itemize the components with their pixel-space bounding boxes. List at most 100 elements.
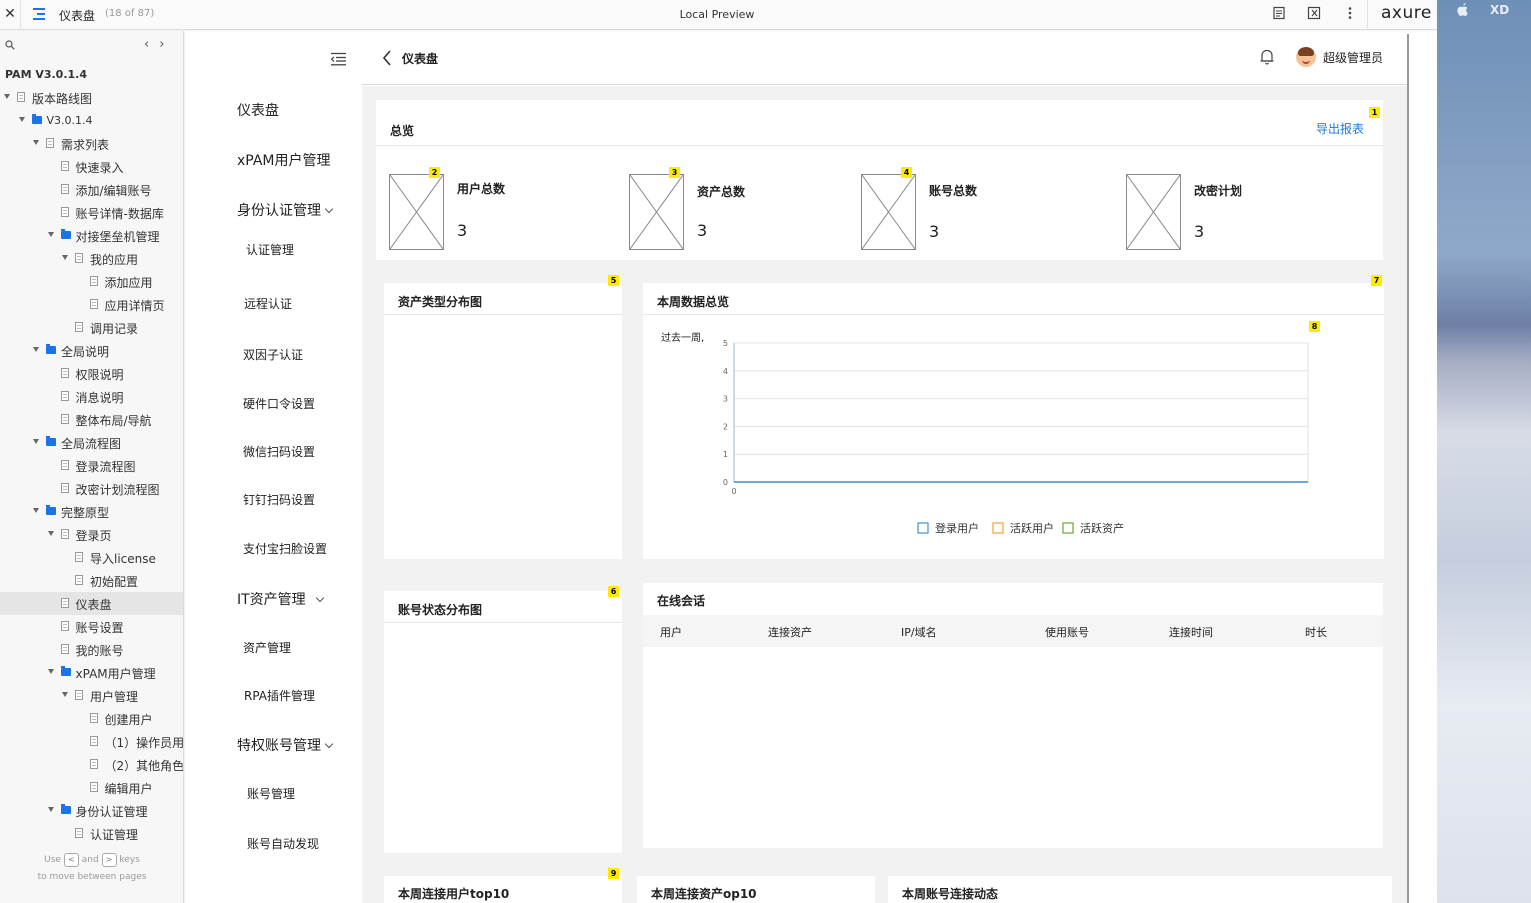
notes-icon[interactable] — [1271, 6, 1287, 22]
app-menu-label[interactable]: XD — [1490, 3, 1509, 17]
expand-caret-icon[interactable] — [33, 439, 39, 444]
column-header: 使用账号 — [1045, 626, 1089, 639]
sitemap-item[interactable]: （1）操作员用户 — [0, 730, 183, 753]
page-nav-arrows[interactable]: ‹› — [144, 37, 174, 52]
sitemap-item[interactable]: 改密计划流程图 — [0, 477, 183, 500]
nav-sub-auth-mgmt[interactable]: 认证管理 — [246, 241, 294, 258]
sitemap-item[interactable]: 我的应用 — [0, 247, 183, 270]
sitemap-item[interactable]: 导入license — [0, 546, 183, 569]
bell-icon[interactable] — [1259, 48, 1275, 66]
card-title: 本周连接资产op10 — [651, 887, 757, 901]
folder-icon — [46, 344, 56, 354]
sitemap-item[interactable]: 消息说明 — [0, 385, 183, 408]
nav-label: 账号管理 — [247, 787, 296, 801]
nav-sub-2fa[interactable]: 双因子认证 — [243, 346, 303, 363]
nav-label: 资产管理 — [243, 641, 292, 655]
page-icon — [60, 207, 69, 217]
sitemap-item[interactable]: 创建用户 — [0, 707, 183, 730]
sitemap-item[interactable]: V3.0.1.4 — [0, 109, 183, 132]
expand-caret-icon[interactable] — [47, 232, 54, 237]
more-options-icon[interactable] — [1342, 6, 1358, 22]
chevron-down-icon — [315, 593, 324, 603]
nav-sub-dingtalk-scan[interactable]: 钉钉扫码设置 — [243, 491, 315, 508]
account-activity-card: 本周账号连接动态 — [888, 876, 1392, 903]
nav-sub-wechat-scan[interactable]: 微信扫码设置 — [243, 443, 315, 460]
folder-icon — [60, 229, 71, 239]
nav-label: xPAM用户管理 — [237, 153, 331, 169]
prev-key-icon: < — [63, 852, 79, 867]
sitemap-item[interactable]: 快速录入 — [0, 155, 183, 178]
sitemap-item-label: 完整原型 — [61, 506, 110, 520]
close-icon[interactable]: ✕ — [3, 6, 17, 22]
export-report-link[interactable]: 导出报表 — [1316, 120, 1364, 137]
nav-sub-asset-mgmt[interactable]: 资产管理 — [243, 639, 291, 656]
sitemap-item[interactable]: xPAM用户管理 — [0, 661, 183, 684]
sitemap-item[interactable]: 整体布局/导航 — [0, 408, 183, 431]
overview-card: 总览 导出报表 1 2 用户总数 3 3 资产总数 3 4 账号总数 3 改密计… — [376, 100, 1383, 260]
nav-it-asset-management[interactable]: IT资产管理 — [237, 589, 324, 609]
sitemap-item[interactable]: 账号设置 — [0, 615, 183, 638]
expand-caret-icon[interactable] — [33, 140, 39, 145]
nav-sub-remote-auth[interactable]: 远程认证 — [244, 295, 292, 312]
expand-caret-icon[interactable] — [47, 669, 54, 674]
sitemap-item[interactable]: 全局说明 — [0, 339, 183, 362]
nav-auth-management[interactable]: 身份认证管理 — [237, 200, 334, 220]
user-name[interactable]: 超级管理员 — [1323, 49, 1383, 66]
sitemap-item[interactable]: 权限说明 — [0, 362, 183, 385]
sitemap-item[interactable]: 全局流程图 — [0, 431, 183, 454]
sitemap-toggle-icon[interactable] — [33, 8, 46, 20]
sitemap-item[interactable]: 初始配置 — [0, 569, 183, 592]
sitemap-item[interactable]: 登录流程图 — [0, 454, 183, 477]
nav-sub-rpa-plugin[interactable]: RPA插件管理 — [244, 687, 315, 704]
collapse-menu-icon[interactable] — [330, 52, 347, 66]
sitemap-item[interactable]: 编辑用户 — [0, 776, 183, 799]
sitemap-item[interactable]: 认证管理 — [0, 822, 183, 845]
nav-sub-account-mgmt[interactable]: 账号管理 — [247, 785, 295, 802]
stat-value: 3 — [1194, 222, 1205, 241]
legend-label: 活跃用户 — [1010, 521, 1054, 535]
sitemap-item-label: 快速录入 — [75, 161, 124, 175]
sitemap-item[interactable]: 我的账号 — [0, 638, 183, 661]
next-page-icon[interactable]: › — [159, 37, 174, 52]
hint-text: to move between pages — [37, 872, 147, 882]
avatar[interactable] — [1296, 47, 1316, 67]
sitemap-item[interactable]: 账号详情-数据库 — [0, 201, 183, 224]
sitemap-item[interactable]: 仪表盘 — [0, 592, 183, 615]
sitemap-item[interactable]: 用户管理 — [0, 684, 183, 707]
sitemap-item[interactable]: （2）其他角色 — [0, 753, 183, 776]
page-icon — [89, 736, 98, 746]
page-icon — [60, 391, 69, 401]
expand-caret-icon[interactable] — [33, 508, 39, 513]
nav-label: 账号自动发现 — [247, 837, 320, 851]
back-arrow-icon[interactable] — [382, 50, 392, 66]
nav-sub-alipay-face[interactable]: 支付宝扫脸设置 — [243, 540, 327, 557]
prev-page-icon[interactable]: ‹ — [144, 37, 159, 52]
sitemap-item[interactable]: 添加/编辑账号 — [0, 178, 183, 201]
nav-sub-account-discovery[interactable]: 账号自动发现 — [247, 835, 319, 852]
expand-caret-icon[interactable] — [62, 692, 68, 697]
nav-priv-account-management[interactable]: 特权账号管理 — [237, 735, 334, 755]
expand-caret-icon[interactable] — [18, 117, 25, 122]
sitemap-item[interactable]: 调用记录 — [0, 316, 183, 339]
search-icon[interactable] — [5, 40, 15, 50]
sitemap-item[interactable]: 身份认证管理 — [0, 799, 183, 822]
sitemap-item[interactable]: 版本路线图 — [0, 86, 183, 109]
sitemap-item[interactable]: 完整原型 — [0, 500, 183, 523]
sitemap-item-label: 添加应用 — [104, 276, 153, 290]
share-icon[interactable] — [1306, 6, 1322, 22]
sitemap-item[interactable]: 添加应用 — [0, 270, 183, 293]
sitemap-item[interactable]: 对接堡垒机管理 — [0, 224, 183, 247]
expand-caret-icon[interactable] — [62, 255, 68, 260]
nav-sub-hardware-token[interactable]: 硬件口令设置 — [243, 395, 315, 412]
nav-dashboard[interactable]: 仪表盘 — [237, 100, 279, 120]
expand-caret-icon[interactable] — [47, 807, 54, 812]
sitemap-item[interactable]: 应用详情页 — [0, 293, 183, 316]
sitemap-item-label: 账号详情-数据库 — [75, 207, 164, 221]
sitemap-item[interactable]: 需求列表 — [0, 132, 183, 155]
expand-caret-icon[interactable] — [4, 94, 10, 99]
expand-caret-icon[interactable] — [33, 347, 39, 352]
sitemap-item-label: V3.0.1.4 — [46, 114, 93, 127]
expand-caret-icon[interactable] — [47, 531, 54, 536]
sitemap-item[interactable]: 登录页 — [0, 523, 183, 546]
nav-user-management[interactable]: xPAM用户管理 — [237, 150, 331, 170]
